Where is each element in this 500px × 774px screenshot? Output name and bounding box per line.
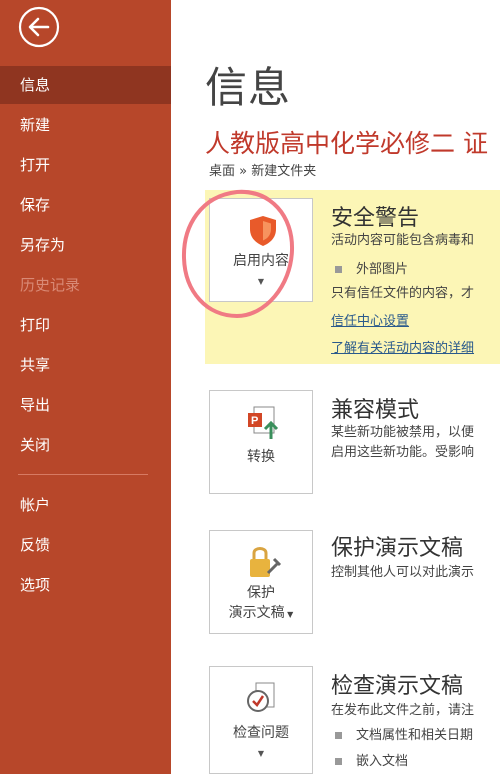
nav-save-as[interactable]: 另存为 [0,226,171,264]
security-note: 只有信任文件的内容，才 [331,286,475,301]
nav-history: 历史记录 [20,276,81,294]
protect-presentation-button[interactable]: 保护 演示文稿 ▼ [209,530,313,634]
sidebar-divider [18,474,148,475]
protect-line1: 控制其他人可以对此演示 [331,565,475,580]
active-content-help-link[interactable]: 了解有关活动内容的详细 [331,337,474,356]
convert-label: 转换 [247,449,275,465]
protect-label-2: 演示文稿 ▼ [210,603,312,625]
inspect-icon [247,682,275,712]
nav-new[interactable]: 新建 [0,106,171,144]
nav-feedback[interactable]: 反馈 [0,526,171,564]
nav-print[interactable]: 打印 [0,306,171,344]
nav-export[interactable]: 导出 [0,386,171,424]
bullet-icon [335,732,342,739]
nav-close[interactable]: 关闭 [0,426,171,464]
bullet-icon [335,758,342,765]
compat-line2: 启用这些新功能。受影响 [331,445,475,460]
back-arrow-icon[interactable] [17,5,61,49]
page-title: 信息 [205,63,292,112]
enable-content-button[interactable]: 启用内容 ▼ [209,198,313,302]
inspect-bullet-2: 嵌入文档 [335,750,408,769]
protect-section: 保护 演示文稿 ▼ 保护演示文稿 控制其他人可以对此演示 [205,526,500,638]
lock-icon [250,547,282,577]
bullet-text: 外部图片 [356,262,409,277]
security-description: 活动内容可能包含病毒和 [331,233,475,248]
protect-label-1: 保护 [247,585,275,601]
svg-text:P: P [251,415,258,427]
compat-section: P 转换 兼容模式 某些新功能被禁用，以便 启用这些新功能。受影响 [205,388,500,500]
check-issues-label: 检查问题 [233,725,289,741]
convert-icon: P [248,406,279,439]
protect-label-2-text: 演示文稿 [228,605,285,621]
chevron-down-icon: ▼ [284,610,294,619]
breadcrumb: 桌面 » 新建文件夹 [209,164,317,179]
bullet-text: 文档属性和相关日期 [356,728,474,743]
security-heading: 安全警告 [331,206,420,231]
shield-icon [250,216,276,246]
compat-heading: 兼容模式 [331,398,420,423]
nav-info[interactable]: 信息 [0,66,171,104]
backstage-sidebar: 信息 新建 打开 保存 另存为 历史记录 打印 共享 导出 关闭 帐户 反馈 选… [0,0,171,774]
inspect-section: 检查问题 ▼ 检查演示文稿 在发布此文件之前，请注 文档属性和相关日期 嵌入文档 [205,664,500,774]
nav-save[interactable]: 保存 [0,186,171,224]
trust-center-link[interactable]: 信任中心设置 [331,310,409,329]
enable-content-label: 启用内容 [233,253,289,269]
nav-account[interactable]: 帐户 [0,486,171,524]
document-title: 人教版高中化学必修二 证 [205,129,488,158]
bullet-icon [335,266,342,273]
inspect-heading: 检查演示文稿 [331,674,464,699]
inspect-line1: 在发布此文件之前，请注 [331,703,475,718]
nav-open[interactable]: 打开 [0,146,171,184]
nav-share[interactable]: 共享 [0,346,171,384]
chevron-down-icon: ▼ [257,277,265,286]
chevron-down-icon: ▼ [257,749,265,758]
compat-line1: 某些新功能被禁用，以便 [331,425,475,440]
inspect-bullet-1: 文档属性和相关日期 [335,724,473,743]
check-issues-button[interactable]: 检查问题 ▼ [209,666,313,774]
protect-heading: 保护演示文稿 [331,536,464,561]
bullet-text: 嵌入文档 [356,754,409,769]
security-warning-section: 启用内容 ▼ 安全警告 活动内容可能包含病毒和 外部图片 只有信任文件的内容，才… [205,190,500,364]
nav-options[interactable]: 选项 [0,566,171,604]
security-bullet: 外部图片 [335,258,408,277]
convert-button[interactable]: P 转换 [209,390,313,494]
